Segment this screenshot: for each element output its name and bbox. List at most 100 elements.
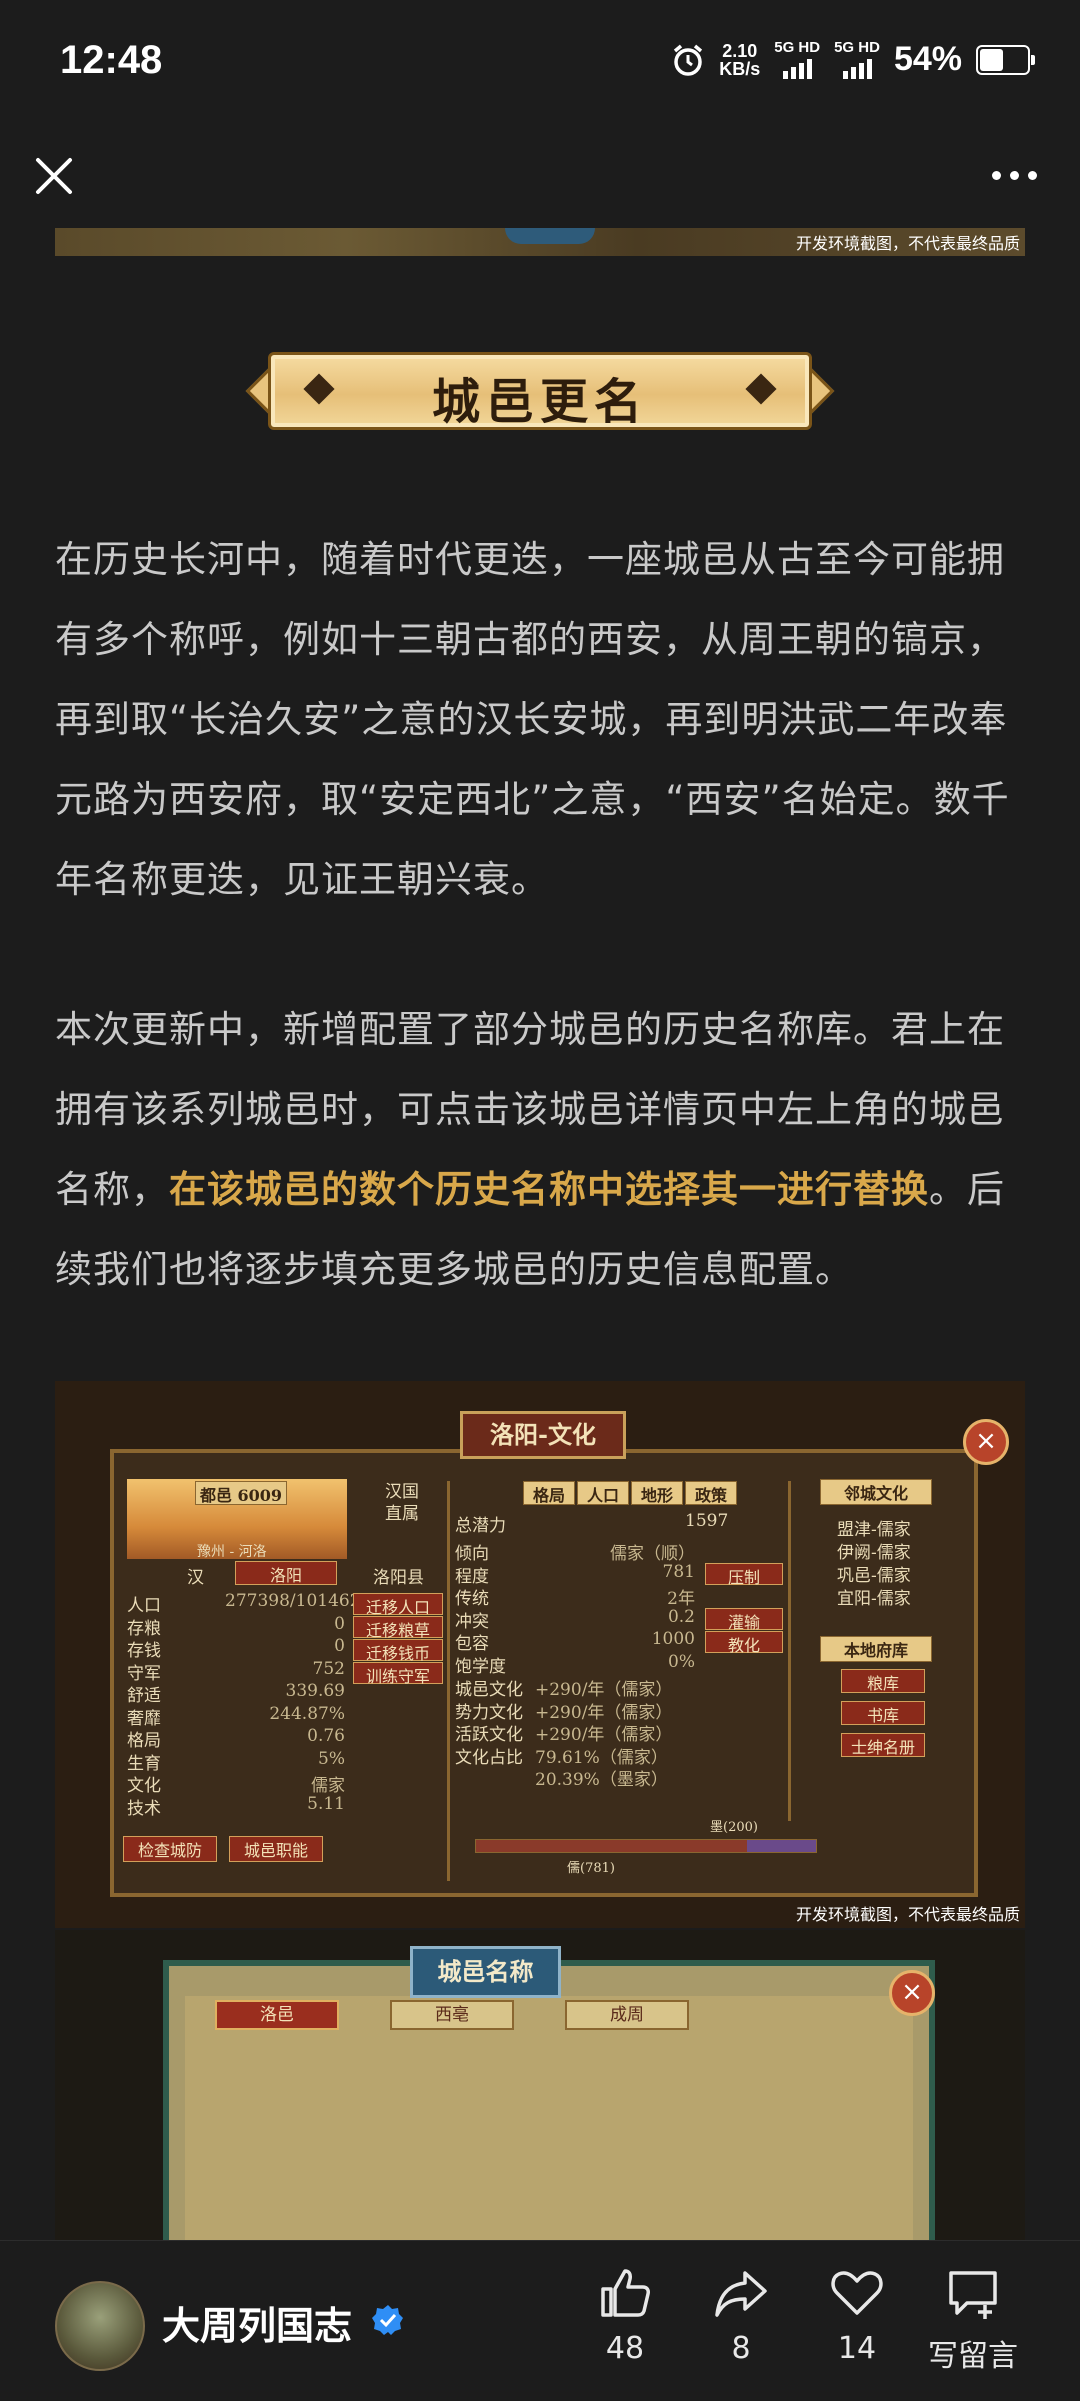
stat-label: 文化 (127, 1776, 161, 1796)
city-function-button: 城邑职能 (229, 1836, 323, 1862)
culture-row-value: +290/年（儒家） (535, 1702, 673, 1723)
stat-value: 244.87% (269, 1703, 345, 1724)
signal-sim1: 5G HD (774, 40, 820, 79)
bar-label-ru: 儒(781) (567, 1861, 615, 1876)
potential-label: 总潜力 (455, 1516, 506, 1536)
culture-bar-ru (476, 1840, 747, 1852)
rename-close-icon: × (889, 1970, 935, 2016)
article-paragraph-1: 在历史长河中，随着时代更迭，一座城邑从古至今可能拥有多个称呼，例如十三朝古都的西… (55, 538, 1010, 901)
avatar[interactable] (55, 2281, 145, 2371)
signal-icon (834, 59, 880, 79)
culture-row-value: 79.61%（儒家） (535, 1747, 668, 1768)
bottom-bar: 大周列国志 48 8 14 写留言 (0, 2240, 1080, 2401)
comment-label: 写留言 (928, 2339, 1018, 2374)
neighbor-title: 邻城文化 (820, 1479, 932, 1505)
status-icons: 2.10 KB/s 5G HD 5G HD 54% (671, 40, 1035, 79)
local-button: 士绅名册 (841, 1733, 925, 1757)
culture-row-value: +290/年（儒家） (535, 1725, 673, 1745)
culture-row-value: +290/年（儒家） (535, 1680, 673, 1700)
culture-row-label: 文化占比 (455, 1747, 523, 1768)
stat-value: 277398/1014620 (225, 1591, 372, 1611)
neighbor-item: 伊阙-儒家 (837, 1543, 911, 1563)
stat-label: 存粮 (127, 1618, 161, 1639)
stat-value: 5% (318, 1748, 345, 1769)
panel-title: 洛阳-文化 (460, 1411, 626, 1459)
culture-stat-label: 饱学度 (455, 1656, 506, 1677)
share-button[interactable]: 8 (686, 2265, 796, 2366)
culture-stat-label: 倾向 (455, 1544, 489, 1564)
side-button: 训练守军 (353, 1662, 443, 1686)
side-button: 迁移人口 (353, 1593, 443, 1617)
close-icon[interactable] (28, 150, 80, 202)
signal-icon (774, 59, 820, 79)
image-caption: 开发环境截图，不代表最终品质 (795, 234, 1020, 253)
battery-icon (976, 44, 1035, 75)
culture-stat-label: 包容 (455, 1634, 489, 1654)
verified-icon (372, 2305, 403, 2335)
bar-label-mo: 墨(200) (710, 1820, 758, 1835)
tab: 政策 (685, 1481, 737, 1505)
net-speed: 2.10 KB/s (719, 40, 761, 79)
culture-row-label: 城邑文化 (455, 1680, 523, 1700)
culture-stat-label: 冲突 (455, 1611, 489, 1632)
article-paragraph-2: 本次更新中，新增配置了部分城邑的历史名称库。君上在拥有该系列城邑时，可点击该城邑… (55, 1008, 1005, 1291)
name-option: 西亳 (390, 2000, 514, 2030)
game-screenshot-rename: 城邑名称 × 洛邑 西亳 成周 (55, 1930, 1025, 2240)
stat-value: 儒家 (311, 1776, 345, 1796)
account-name[interactable]: 大周列国志 (162, 2295, 352, 2350)
stat-label: 技术 (127, 1798, 161, 1819)
neighbor-item: 盟津-儒家 (837, 1520, 911, 1540)
section-banner: 城邑更名 (245, 352, 835, 430)
stat-label: 存钱 (127, 1641, 161, 1661)
culture-stat-label: 传统 (455, 1589, 489, 1609)
section-title: 城邑更名 (431, 374, 648, 430)
culture-stat-value: 2年 (667, 1589, 695, 1609)
stat-label: 舒适 (127, 1686, 161, 1706)
alarm-icon (674, 44, 703, 76)
stat-label: 人口 (127, 1596, 161, 1616)
city-name: 洛阳 (235, 1561, 337, 1585)
check-defense-button: 检查城防 (123, 1836, 217, 1862)
culture-row-label: 势力文化 (455, 1702, 523, 1723)
share-icon (715, 2271, 767, 2317)
stat-value: 0 (334, 1636, 345, 1656)
signal-sim2: 5G HD (834, 40, 880, 79)
status-bar: 12:48 2.10 KB/s 5G HD 5G HD 54% (0, 0, 1080, 130)
name-option: 洛邑 (215, 2000, 339, 2030)
city-country: 汉 (187, 1568, 204, 1588)
stat-value: 0 (334, 1613, 345, 1634)
top-bar (0, 130, 1080, 228)
neighbor-item: 巩邑-儒家 (837, 1566, 911, 1586)
culture-action-button: 教化 (705, 1630, 783, 1655)
culture-stat-value: 0.2 (667, 1606, 695, 1627)
highlight-text: 在该城邑的数个历史名称中选择其一进行替换 (169, 1168, 929, 1211)
culture-action-button: 灌输 (705, 1608, 783, 1632)
neighbor-item: 宜阳-儒家 (837, 1589, 911, 1609)
stat-label: 守军 (127, 1663, 161, 1684)
stat-value: 5.11 (307, 1793, 345, 1814)
tab: 格局 (523, 1481, 575, 1505)
rename-dialog-title: 城邑名称 (410, 1946, 561, 1998)
culture-row-label: 活跃文化 (455, 1725, 523, 1745)
local-button: 书库 (841, 1701, 925, 1725)
favorite-button[interactable]: 14 (802, 2265, 912, 2366)
like-button[interactable]: 48 (570, 2265, 680, 2366)
like-count: 48 (605, 2331, 645, 2366)
local-title: 本地府库 (820, 1636, 932, 1662)
comment-button[interactable]: 写留言 (918, 2265, 1028, 2375)
battery-percent: 54% (893, 40, 962, 78)
thumbs-up-icon (601, 2269, 650, 2317)
stat-label: 格局 (127, 1731, 161, 1751)
culture-stat-label: 程度 (455, 1566, 489, 1587)
comment-icon (949, 2271, 997, 2319)
battery-fill (980, 48, 1003, 71)
culture-row-value: 20.39%（墨家） (535, 1770, 668, 1790)
favorite-count: 14 (837, 2331, 877, 2366)
stat-label: 生育 (127, 1753, 161, 1774)
stat-label: 奢靡 (127, 1708, 161, 1729)
tab: 地形 (631, 1481, 683, 1505)
culture-stat-value: 儒家（顺） (610, 1544, 695, 1564)
culture-stat-value: 1000 (651, 1629, 695, 1649)
belong-2: 直属 (385, 1504, 419, 1524)
more-icon[interactable] (984, 160, 1044, 190)
